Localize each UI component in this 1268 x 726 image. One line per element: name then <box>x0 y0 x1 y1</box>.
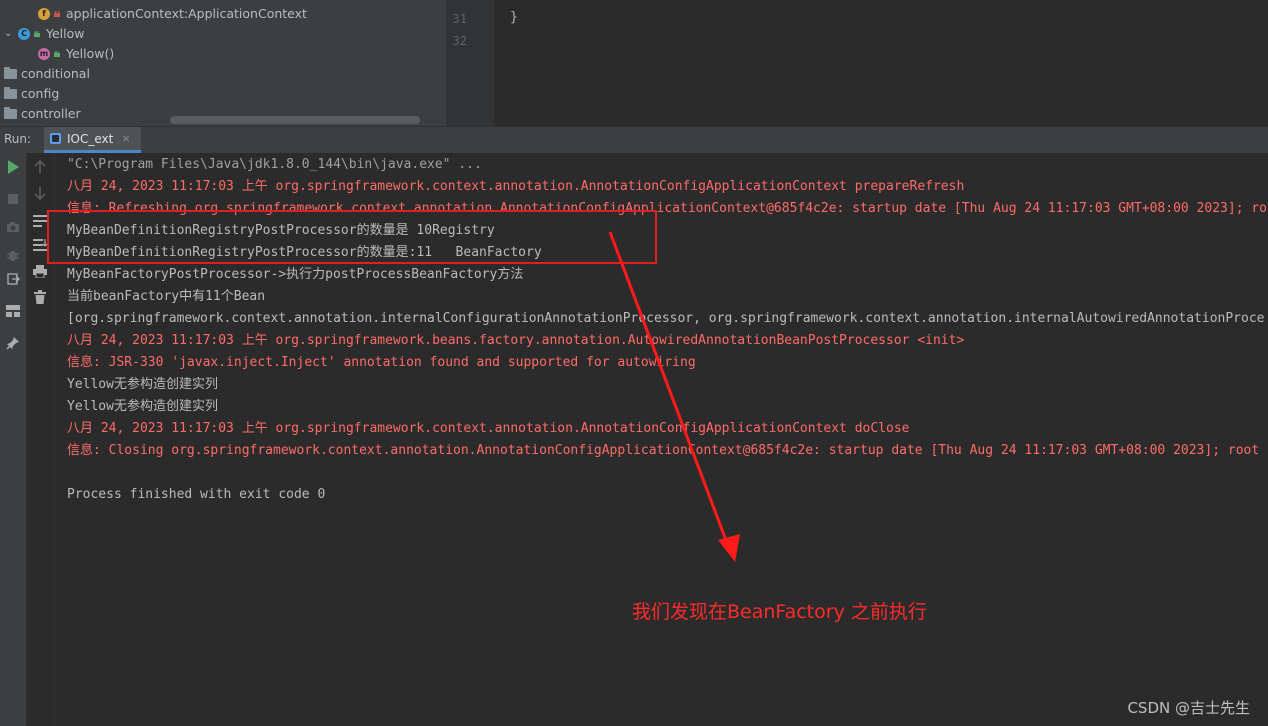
lock-icon <box>54 11 60 17</box>
tree-item-label: Yellow <box>46 26 85 41</box>
console-line: 八月 24, 2023 11:17:03 上午 org.springframew… <box>67 421 910 436</box>
line-number: 31 <box>452 12 467 26</box>
console-line: [org.springframework.context.annotation.… <box>67 311 1265 326</box>
exit-icon[interactable] <box>5 271 21 287</box>
run-tool-window-header: Run: IOC_ext × <box>0 126 1268 154</box>
console-line: "C:\Program Files\Java\jdk1.8.0_144\bin\… <box>67 157 482 172</box>
console-line: 信息: JSR-330 'javax.inject.Inject' annota… <box>67 355 696 370</box>
class-icon: C <box>18 28 30 40</box>
unlocked-icon <box>54 51 60 57</box>
trash-icon[interactable] <box>32 289 48 305</box>
arrow-up-icon[interactable] <box>32 159 48 175</box>
soft-wrap-icon[interactable] <box>32 213 48 229</box>
method-icon: m <box>38 48 50 60</box>
tree-item-label: Yellow() <box>66 46 115 61</box>
run-toolbar <box>0 153 27 726</box>
tab-label: IOC_ext <box>67 131 114 146</box>
console-line: Process finished with exit code 0 <box>67 487 326 502</box>
console-line: 八月 24, 2023 11:17:03 上午 org.springframew… <box>67 179 965 194</box>
run-label: Run: <box>4 132 32 146</box>
highlight-box <box>47 210 657 264</box>
unlocked-icon <box>34 31 40 37</box>
tree-item-config-folder[interactable]: config <box>4 84 59 104</box>
chevron-down-icon[interactable]: ⌄ <box>4 24 14 44</box>
console-line: Yellow无参构造创建实列 <box>67 377 218 392</box>
tree-item-conditional-folder[interactable]: conditional <box>4 64 90 84</box>
tree-item-label: config <box>21 86 60 101</box>
code-line: } <box>510 10 518 25</box>
watermark: CSDN @吉士先生 <box>1127 699 1250 717</box>
tree-item-label: controller <box>21 106 81 121</box>
tree-item-controller-folder[interactable]: controller <box>4 104 81 124</box>
folder-icon <box>4 107 17 119</box>
console-line: Yellow无参构造创建实列 <box>67 399 218 414</box>
scroll-to-end-icon[interactable] <box>32 237 48 253</box>
annotation-text: 我们发现在BeanFactory 之前执行 <box>632 601 927 623</box>
pin-icon[interactable] <box>5 335 21 351</box>
debug-icon[interactable] <box>5 247 21 263</box>
rerun-icon[interactable] <box>5 159 21 175</box>
print-icon[interactable] <box>32 263 48 279</box>
tree-item-application-context-field[interactable]: f applicationContext:ApplicationContext <box>38 4 307 24</box>
editor-gutter: 31 32 <box>446 0 495 126</box>
console-line: MyBeanFactoryPostProcessor->执行力postProce… <box>67 267 524 282</box>
console-line: 八月 24, 2023 11:17:03 上午 org.springframew… <box>67 333 965 348</box>
tree-item-yellow-constructor[interactable]: m Yellow() <box>38 44 114 64</box>
folder-icon <box>4 87 17 99</box>
console-line: 当前beanFactory中有11个Bean <box>67 289 266 304</box>
layout-icon[interactable] <box>5 303 21 319</box>
console-line: 信息: Closing org.springframework.context.… <box>67 443 1260 458</box>
tree-item-yellow-class[interactable]: ⌄ C Yellow <box>4 24 84 44</box>
tree-item-label: conditional <box>21 66 90 81</box>
code-editor[interactable]: } <box>494 0 1268 126</box>
screenshot-icon[interactable] <box>5 219 21 235</box>
horizontal-scrollbar[interactable] <box>170 116 420 124</box>
tab-ioc-ext[interactable]: IOC_ext × <box>44 127 141 153</box>
project-tree: f applicationContext:ApplicationContext … <box>0 0 446 126</box>
close-icon[interactable]: × <box>121 132 130 145</box>
stop-icon[interactable] <box>5 191 21 207</box>
folder-icon <box>4 67 17 79</box>
arrow-down-icon[interactable] <box>32 185 48 201</box>
line-number: 32 <box>452 34 467 48</box>
field-icon: f <box>38 8 50 20</box>
run-config-icon <box>50 133 61 144</box>
tree-item-label: applicationContext:ApplicationContext <box>66 6 307 21</box>
